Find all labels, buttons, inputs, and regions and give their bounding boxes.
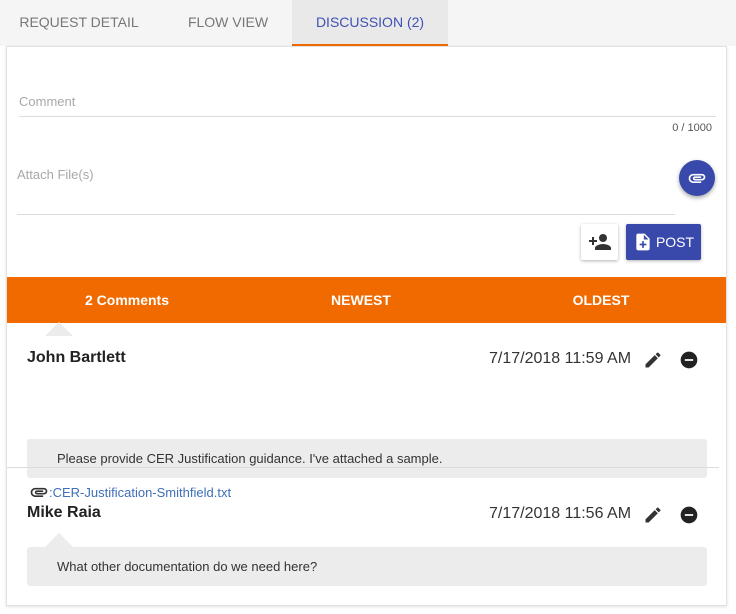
post-button-label: POST xyxy=(655,234,695,250)
char-counter: 0 / 1000 xyxy=(672,122,712,134)
attach-files-label: Attach File(s) xyxy=(17,167,94,182)
bubble-tail xyxy=(45,322,73,336)
remove-circle-icon[interactable] xyxy=(679,350,699,370)
pencil-icon[interactable] xyxy=(643,350,663,370)
sort-oldest-button[interactable]: OLDEST xyxy=(485,277,717,323)
comment-timestamp: 7/17/2018 11:56 AM xyxy=(489,505,632,522)
note-add-icon xyxy=(636,233,650,251)
comment-timestamp: 7/17/2018 11:59 AM xyxy=(489,350,632,367)
comment-input[interactable] xyxy=(19,87,716,117)
tab-request-detail[interactable]: REQUEST DETAIL xyxy=(0,0,158,46)
comment-item: John Bartlett 7/17/2018 11:59 AM Please … xyxy=(7,322,726,500)
comment-body: Please provide CER Justification guidanc… xyxy=(27,439,707,478)
paperclip-icon xyxy=(688,173,706,183)
comment-author: Mike Raia xyxy=(27,504,101,521)
add-participant-button[interactable] xyxy=(581,224,618,260)
pencil-icon[interactable] xyxy=(643,505,663,525)
bubble-tail xyxy=(45,533,73,547)
tab-flow-view[interactable]: FLOW VIEW xyxy=(158,0,298,46)
comment-body: What other documentation do we need here… xyxy=(27,547,707,586)
tab-bar: REQUEST DETAIL FLOW VIEW DISCUSSION (2) xyxy=(0,0,736,46)
attach-file-button[interactable] xyxy=(679,160,715,196)
comment-divider xyxy=(7,467,719,468)
discussion-card: 0 / 1000 Attach File(s) POST 2 Comments … xyxy=(6,46,727,606)
comment-author: John Bartlett xyxy=(27,349,126,366)
comments-sort-bar: 2 Comments NEWEST OLDEST xyxy=(7,277,726,323)
sort-newest-button[interactable]: NEWEST xyxy=(247,277,475,323)
attach-files-underline xyxy=(17,214,675,215)
comment-count: 2 Comments xyxy=(84,292,170,308)
tab-discussion[interactable]: DISCUSSION (2) xyxy=(292,0,448,46)
person-add-icon xyxy=(588,234,611,250)
comment-item: Mike Raia 7/17/2018 11:56 AM What other … xyxy=(7,477,726,605)
remove-circle-icon[interactable] xyxy=(679,505,699,525)
post-button[interactable]: POST xyxy=(626,224,701,260)
